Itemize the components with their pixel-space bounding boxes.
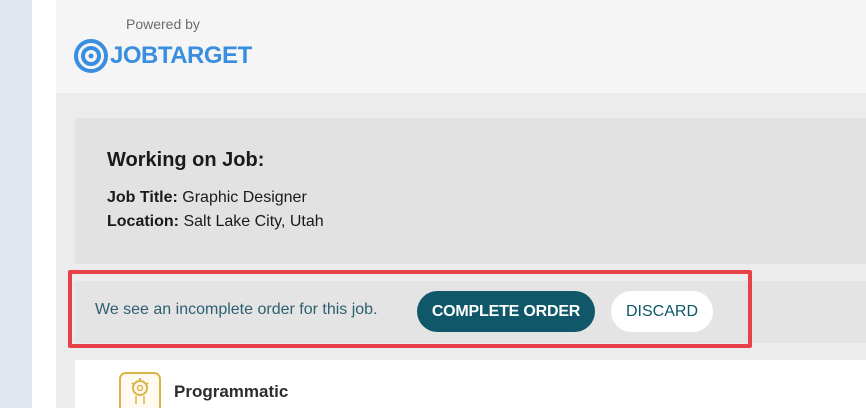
job-location-row: Location: Salt Lake City, Utah bbox=[107, 213, 324, 231]
job-title-label: Job Title: bbox=[107, 189, 178, 206]
programmatic-label: Programmatic bbox=[174, 382, 289, 401]
job-title-row: Job Title: Graphic Designer bbox=[107, 189, 307, 207]
main-panel: Powered by JOBTARGET Working on Job: Job… bbox=[56, 0, 866, 408]
incomplete-order-message: We see an incomplete order for this job. bbox=[95, 301, 378, 318]
programmatic-product-card[interactable]: Programmatic bbox=[75, 360, 866, 408]
job-location-value: Salt Lake City, Utah bbox=[183, 213, 324, 230]
jobtarget-logo: JOBTARGET bbox=[74, 38, 252, 74]
job-title-value: Graphic Designer bbox=[182, 189, 307, 206]
discard-button[interactable]: DISCARD bbox=[611, 291, 713, 332]
incomplete-order-bar: We see an incomplete order for this job.… bbox=[75, 281, 866, 343]
rail-divider bbox=[32, 0, 56, 408]
gear-circuit-icon bbox=[119, 372, 161, 408]
target-logo-icon bbox=[74, 39, 108, 73]
complete-order-button[interactable]: COMPLETE ORDER bbox=[417, 291, 595, 332]
header: Powered by JOBTARGET bbox=[56, 0, 866, 93]
job-card-heading: Working on Job: bbox=[107, 149, 265, 171]
powered-by-text: Powered by bbox=[126, 16, 200, 32]
job-location-label: Location: bbox=[107, 213, 179, 230]
logo-text: JOBTARGET bbox=[110, 42, 252, 69]
left-rail bbox=[0, 0, 32, 408]
job-info-card: Working on Job: Job Title: Graphic Desig… bbox=[75, 118, 866, 264]
